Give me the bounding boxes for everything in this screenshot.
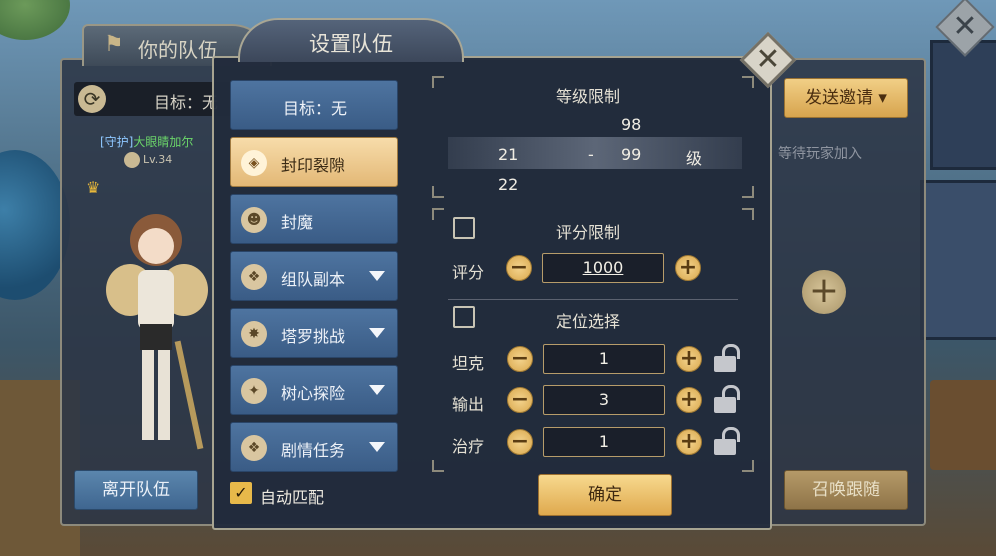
frame-corner	[742, 76, 754, 88]
tree-heart-icon: ✦	[241, 378, 267, 404]
position-label-healer: 治疗	[452, 437, 485, 456]
frame-corner	[742, 186, 754, 198]
category-demon-seal[interactable]: ☻ 封魔	[230, 194, 398, 244]
section-divider	[448, 299, 738, 300]
refresh-icon[interactable]: ⟳	[78, 85, 106, 113]
category-label: 目标：无	[282, 99, 347, 118]
frame-corner	[432, 76, 444, 88]
position-label-dps: 输出	[452, 395, 485, 414]
healer-count[interactable]: 1	[543, 427, 665, 457]
frame-corner	[432, 460, 444, 472]
story-icon: ❖	[241, 435, 267, 461]
member-level-text: Lv.34	[143, 153, 173, 166]
team-panel-title: 你的队伍	[138, 38, 218, 62]
unlock-icon[interactable]	[714, 385, 740, 413]
chevron-down-icon	[369, 271, 385, 281]
close-icon: ✕	[755, 42, 781, 77]
close-icon: ✕	[952, 9, 978, 44]
tank-plus-button[interactable]: +	[676, 346, 702, 372]
auto-match-label: 自动匹配	[260, 488, 325, 507]
dps-count[interactable]: 3	[543, 385, 665, 415]
member-name-text: 大眼睛加尔	[133, 135, 194, 149]
team-target-bar[interactable]: ⟳ 目标：无	[74, 82, 234, 116]
category-target[interactable]: 目标：无	[230, 80, 398, 130]
demon-seal-icon: ☻	[241, 207, 267, 233]
frame-corner	[742, 208, 754, 220]
level-min-value[interactable]: 21	[498, 145, 518, 164]
send-invite-button[interactable]: 发送邀请 ▾	[784, 78, 908, 118]
category-label: 塔罗挑战	[281, 327, 346, 346]
position-select-checkbox[interactable]	[453, 306, 475, 328]
confirm-button[interactable]: 确定	[538, 474, 672, 516]
level-limit-title: 等级限制	[556, 87, 621, 106]
summon-follow-button[interactable]: 召唤跟随	[784, 470, 908, 510]
score-value: 1000	[582, 258, 624, 277]
score-input[interactable]: 1000	[542, 253, 664, 283]
chevron-down-icon	[369, 328, 385, 338]
category-tree-heart[interactable]: ✦ 树心探险	[230, 365, 398, 415]
add-member-button[interactable]: +	[802, 270, 846, 314]
category-label: 封印裂隙	[281, 156, 346, 175]
level-unit: 级	[686, 149, 703, 168]
tank-minus-button[interactable]: −	[507, 346, 533, 372]
member-name: [守护]大眼睛加尔	[100, 133, 193, 150]
level-min-below[interactable]: 22	[498, 175, 518, 194]
member-role-tag: [守护]	[100, 135, 134, 149]
tank-count[interactable]: 1	[543, 344, 665, 374]
send-invite-label: 发送邀请	[805, 88, 874, 108]
chevron-down-icon	[369, 385, 385, 395]
category-story-quest[interactable]: ❖ 剧情任务	[230, 422, 398, 472]
member-level: Lv.34	[124, 152, 172, 168]
character-avatar	[106, 214, 208, 450]
frame-corner	[432, 186, 444, 198]
healer-minus-button[interactable]: −	[507, 429, 533, 455]
category-tarot-challenge[interactable]: ✸ 塔罗挑战	[230, 308, 398, 358]
dialog-title: 设置队伍	[309, 32, 393, 56]
position-label-tank: 坦克	[452, 354, 485, 373]
chevron-down-icon	[369, 442, 385, 452]
tarot-icon: ✸	[241, 321, 267, 347]
waiting-text: 等待玩家加入	[778, 146, 862, 162]
dps-plus-button[interactable]: +	[676, 387, 702, 413]
category-label: 组队副本	[281, 270, 346, 289]
category-label: 封魔	[281, 213, 314, 232]
score-plus-button[interactable]: +	[675, 255, 701, 281]
level-max-value[interactable]: 99	[621, 145, 641, 164]
score-limit-checkbox[interactable]	[453, 217, 475, 239]
rift-icon: ◈	[241, 150, 267, 176]
score-limit-title: 评分限制	[556, 223, 621, 242]
unlock-icon[interactable]	[714, 427, 740, 455]
level-separator: -	[588, 145, 594, 164]
level-max-above[interactable]: 98	[621, 115, 641, 134]
position-select-title: 定位选择	[556, 312, 621, 331]
flag-icon: ⚑	[104, 32, 124, 57]
class-icon	[124, 152, 140, 168]
leader-crown-icon: ♛	[86, 178, 101, 197]
frame-corner	[742, 460, 754, 472]
team-target-text: 目标：无	[154, 93, 219, 112]
category-label: 剧情任务	[281, 441, 346, 460]
score-minus-button[interactable]: −	[506, 255, 532, 281]
category-seal-rift[interactable]: ◈ 封印裂隙	[230, 137, 398, 187]
category-team-dungeon[interactable]: ❖ 组队副本	[230, 251, 398, 301]
frame-corner	[432, 208, 444, 220]
score-label: 评分	[452, 263, 485, 282]
healer-plus-button[interactable]: +	[676, 429, 702, 455]
dps-minus-button[interactable]: −	[507, 387, 533, 413]
category-label: 树心探险	[281, 384, 346, 403]
dungeon-icon: ❖	[241, 264, 267, 290]
unlock-icon[interactable]	[714, 344, 740, 372]
auto-match-checkbox[interactable]: ✓	[230, 482, 252, 504]
leave-team-button[interactable]: 离开队伍	[74, 470, 198, 510]
